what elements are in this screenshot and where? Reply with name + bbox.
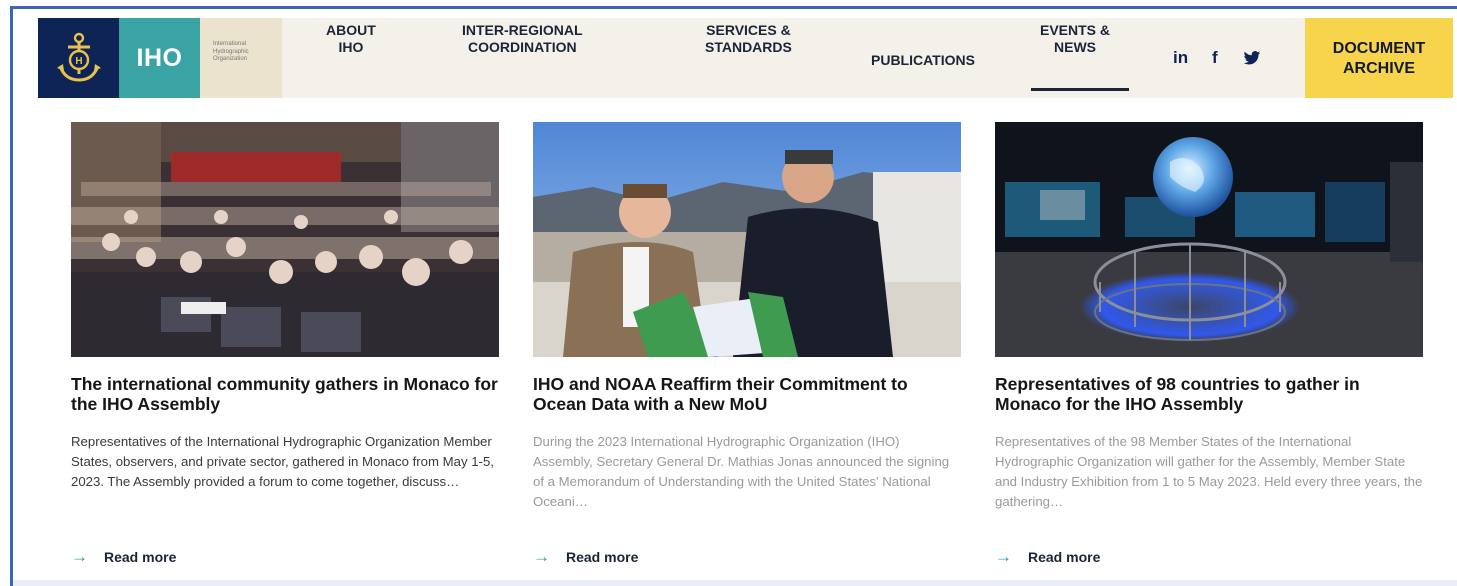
card-3-read-more-label: Read more bbox=[1028, 549, 1101, 565]
iho-emblem-logo[interactable]: H bbox=[38, 18, 119, 98]
nav-publications[interactable]: PUBLICATIONS bbox=[871, 52, 975, 69]
org-line-2: Hydrographic bbox=[213, 48, 249, 55]
card-3-read-more-link[interactable]: → Read more bbox=[995, 547, 1100, 567]
card-3-title[interactable]: Representatives of 98 countries to gathe… bbox=[995, 374, 1423, 414]
facebook-icon[interactable]: f bbox=[1212, 48, 1218, 68]
document-archive-line1: DOCUMENT bbox=[1332, 40, 1426, 57]
twitter-icon[interactable] bbox=[1243, 51, 1261, 71]
news-card-1: The international community gathers in M… bbox=[71, 122, 499, 492]
card-2-read-more-label: Read more bbox=[566, 549, 639, 565]
news-card-3: Representatives of 98 countries to gathe… bbox=[995, 122, 1423, 512]
organization-name-logo: International Hydrographic Organization bbox=[200, 18, 282, 98]
exhibition-globe-photo[interactable] bbox=[995, 122, 1423, 357]
svg-text:H: H bbox=[75, 56, 82, 67]
org-line-1: International bbox=[213, 41, 247, 47]
nav-events-news[interactable]: EVENTS & NEWS bbox=[1040, 22, 1110, 56]
nav-inter-regional-coordination[interactable]: INTER-REGIONAL COORDINATION bbox=[462, 22, 583, 56]
bottom-strip bbox=[13, 580, 1457, 586]
document-archive-button[interactable]: DOCUMENT ARCHIVE bbox=[1305, 18, 1453, 98]
nav-irc-line1: INTER-REGIONAL bbox=[462, 22, 583, 38]
card-1-read-more-link[interactable]: → Read more bbox=[71, 547, 176, 567]
org-line-3: Organization bbox=[213, 56, 248, 62]
document-archive-line2: ARCHIVE bbox=[1342, 60, 1415, 77]
arrow-right-icon: → bbox=[533, 547, 550, 566]
card-3-excerpt: Representatives of the 98 Member States … bbox=[995, 434, 1423, 509]
nav-services-line1: SERVICES & bbox=[706, 22, 791, 38]
linkedin-icon[interactable]: in bbox=[1173, 48, 1188, 68]
nav-about-line1: ABOUT bbox=[326, 22, 376, 38]
mou-signing-photo[interactable] bbox=[533, 122, 961, 357]
nav-active-indicator bbox=[1031, 88, 1129, 91]
nav-services-standards[interactable]: SERVICES & STANDARDS bbox=[705, 22, 792, 56]
card-1-title[interactable]: The international community gathers in M… bbox=[71, 374, 499, 414]
arrow-right-icon: → bbox=[71, 547, 88, 566]
card-2-read-more-link[interactable]: → Read more bbox=[533, 547, 638, 567]
assembly-hall-photo[interactable] bbox=[71, 122, 499, 357]
nav-publications-label: PUBLICATIONS bbox=[871, 52, 975, 68]
card-1-excerpt: Representatives of the International Hyd… bbox=[71, 434, 494, 489]
news-card-2: IHO and NOAA Reaffirm their Commitment t… bbox=[533, 122, 961, 512]
card-1-read-more-label: Read more bbox=[104, 549, 177, 565]
iho-text-logo[interactable]: IHO bbox=[119, 18, 200, 98]
card-2-excerpt: During the 2023 International Hydrograph… bbox=[533, 434, 950, 509]
anchor-icon: H bbox=[56, 32, 101, 82]
nav-events-line2: NEWS bbox=[1054, 39, 1096, 55]
nav-irc-line2: COORDINATION bbox=[467, 39, 577, 55]
nav-events-line1: EVENTS & bbox=[1040, 22, 1111, 38]
card-2-title[interactable]: IHO and NOAA Reaffirm their Commitment t… bbox=[533, 374, 961, 414]
nav-about-line2: IHO bbox=[338, 39, 364, 55]
arrow-right-icon: → bbox=[995, 547, 1012, 566]
nav-about-iho[interactable]: ABOUT IHO bbox=[326, 22, 376, 56]
nav-services-line2: STANDARDS bbox=[705, 39, 792, 55]
